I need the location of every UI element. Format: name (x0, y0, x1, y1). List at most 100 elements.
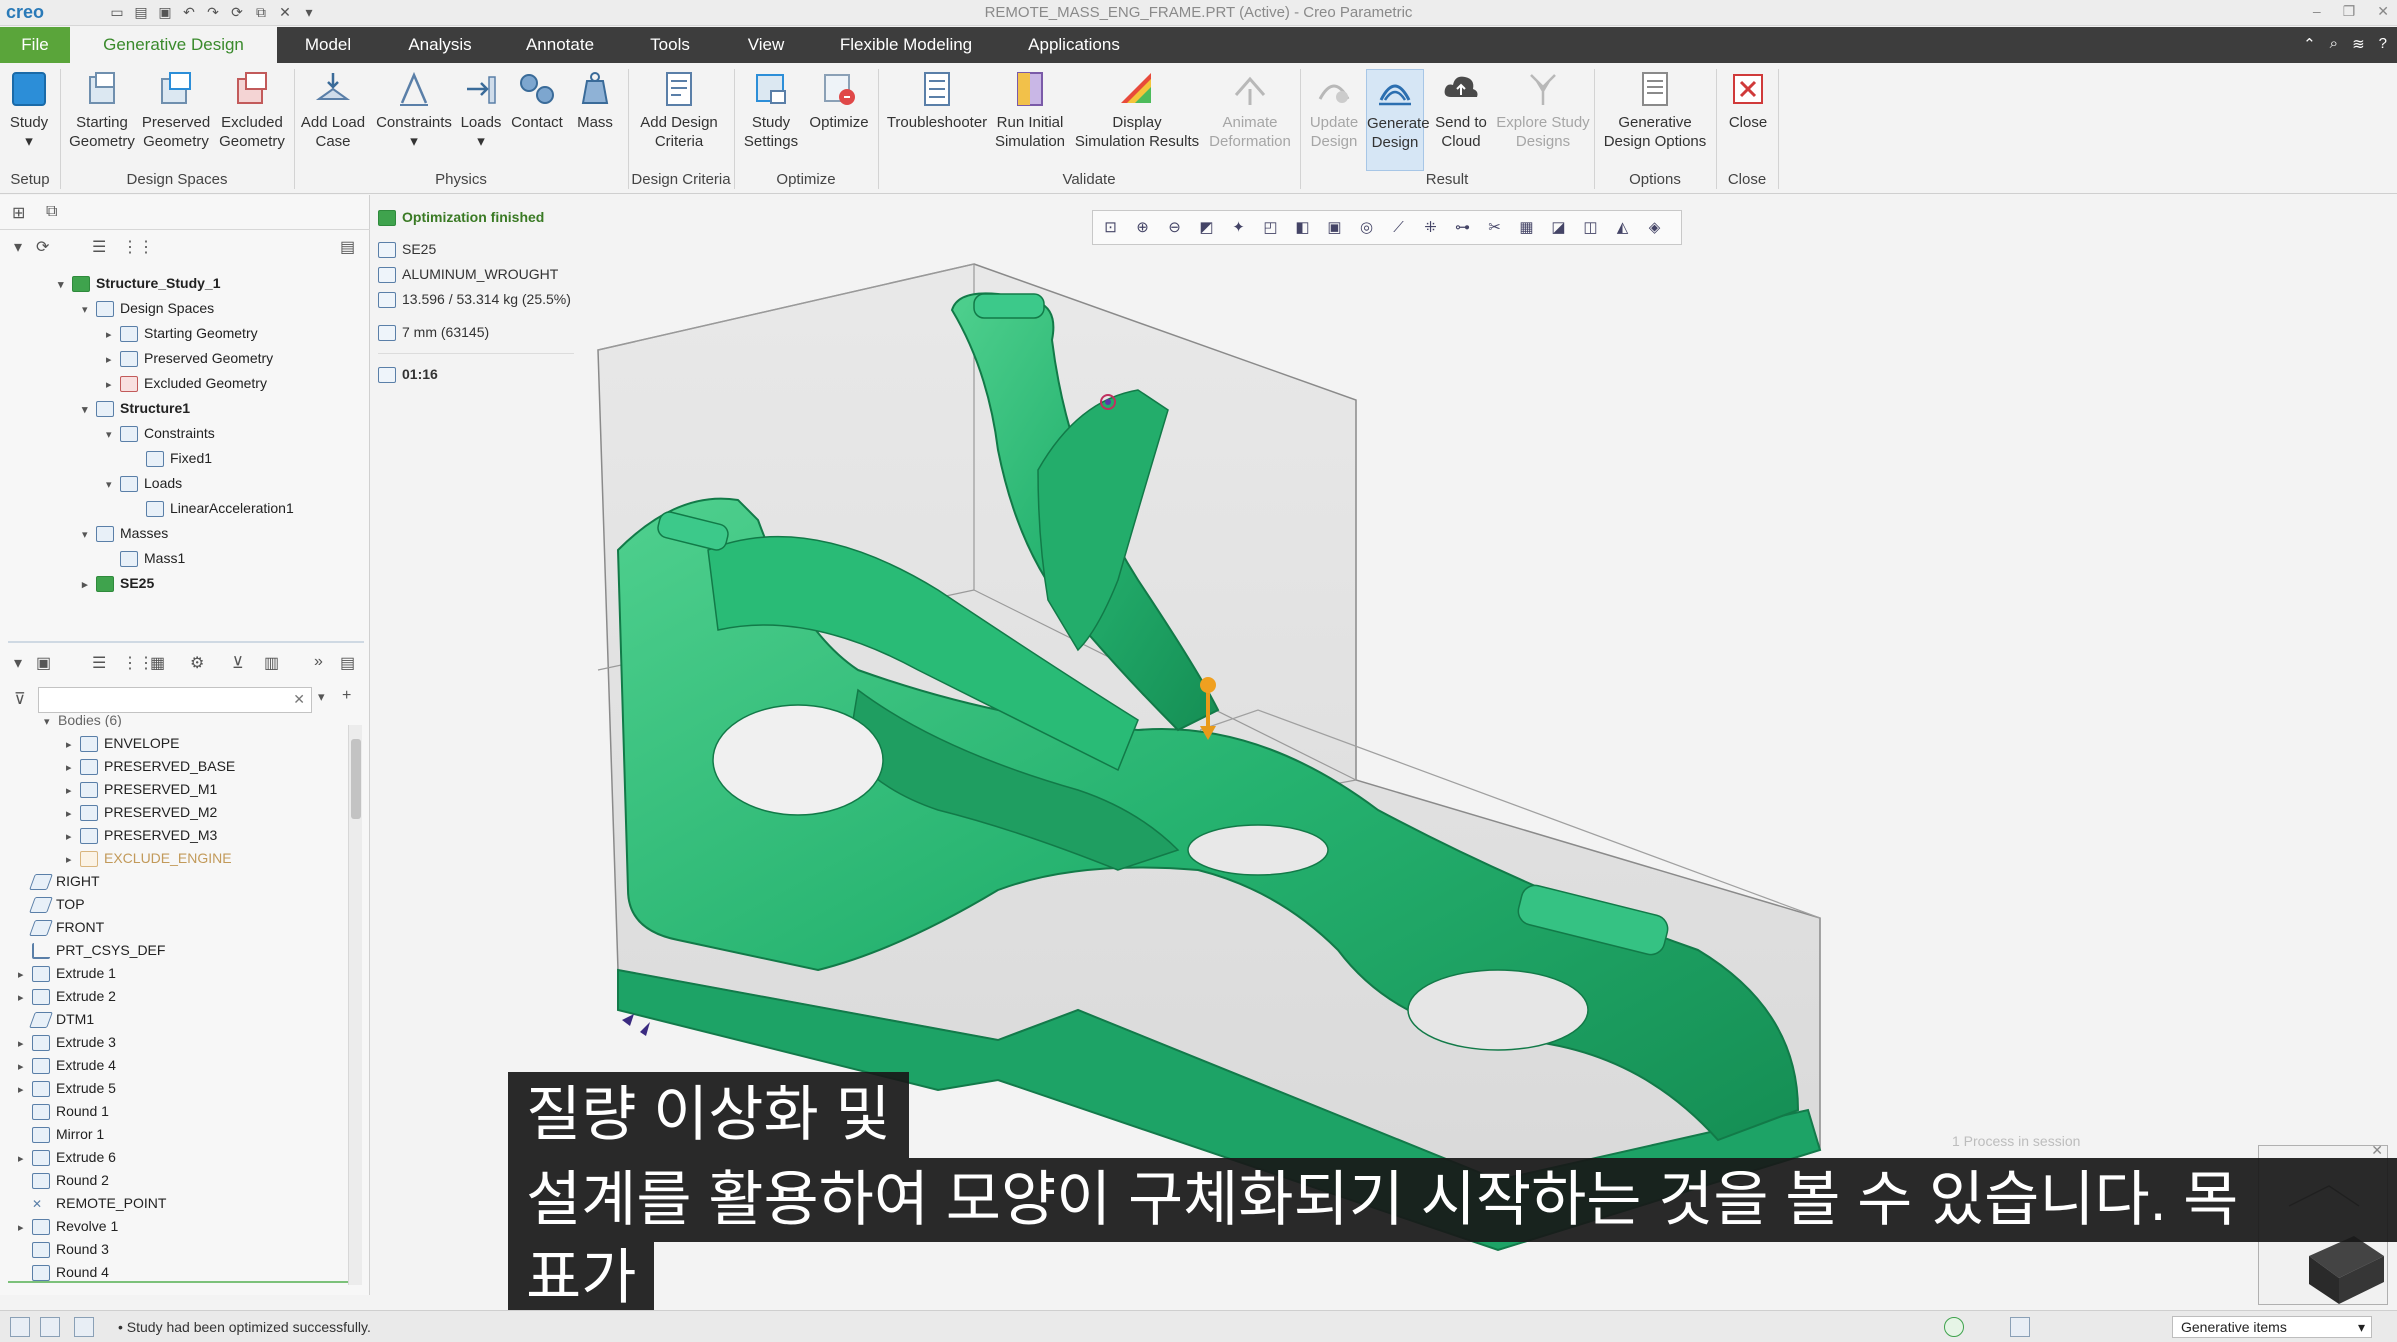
results-display-icon[interactable]: ◭ (1611, 216, 1634, 239)
display-style-icon[interactable]: ◰ (1259, 216, 1282, 239)
update-design-button[interactable]: Update Design (1306, 69, 1362, 151)
grid-view-icon[interactable]: ⋮⋮ (122, 237, 154, 257)
study-button[interactable]: Study ▾ (6, 69, 52, 151)
scrollbar-thumb[interactable] (351, 739, 361, 819)
mass-button[interactable]: Mass (570, 69, 620, 132)
tree-item-extrude-4[interactable]: ▸ Extrude 4 (18, 1053, 116, 1077)
tree-item-constraints[interactable]: ▾ Constraints (106, 421, 215, 445)
preserved-geometry-button[interactable]: Preserved Geometry (140, 69, 212, 151)
minimize-icon[interactable]: – (2313, 3, 2321, 20)
tab-file[interactable]: File (0, 27, 70, 63)
model-notes-icon[interactable]: ▤ (340, 653, 355, 673)
full-screen-icon[interactable] (74, 1317, 94, 1337)
tree-item-exclude-engine[interactable]: ▸ EXCLUDE_ENGINE (66, 846, 232, 870)
tree-item-remote-point[interactable]: ✕ REMOTE_POINT (18, 1191, 166, 1215)
notes-icon[interactable]: ▤ (340, 237, 355, 257)
animate-deformation-button[interactable]: Animate Deformation (1204, 69, 1296, 151)
tree-item-mirror-1[interactable]: Mirror 1 (18, 1122, 104, 1146)
simulation-display-icon[interactable]: ◫ (1579, 216, 1602, 239)
close-study-button[interactable]: Close (1722, 69, 1774, 132)
model-settings-icon[interactable]: ⚙ (190, 653, 204, 673)
tree-item-preserved-geometry[interactable]: ▸ Preserved Geometry (106, 346, 273, 370)
tab-flexible-modeling[interactable]: Flexible Modeling (811, 27, 1001, 63)
datum-display-icon[interactable]: ⁜ (1419, 216, 1442, 239)
tree-view-icon[interactable]: ⊞ (12, 203, 25, 223)
tree-item-envelope[interactable]: ▸ ENVELOPE (66, 731, 179, 755)
tree-item-round-3[interactable]: Round 3 (18, 1237, 109, 1261)
constraints-button[interactable]: Constraints ▾ (372, 69, 456, 151)
send-to-cloud-button[interactable]: Send to Cloud (1428, 69, 1494, 151)
tree-item-excluded-geometry[interactable]: ▸ Excluded Geometry (106, 371, 267, 395)
panel-splitter[interactable] (8, 641, 364, 643)
annotation-display-icon[interactable]: ⊶ (1451, 216, 1474, 239)
tree-item-front[interactable]: FRONT (18, 915, 104, 939)
tree-item-extrude-6[interactable]: ▸ Extrude 6 (18, 1145, 116, 1169)
model-columns-icon[interactable]: ▥ (264, 653, 279, 673)
restore-icon[interactable]: ❐ (2343, 3, 2356, 20)
generate-design-button[interactable]: Generate Design (1366, 69, 1430, 171)
tab-model[interactable]: Model (277, 27, 379, 63)
grid-icon[interactable]: ▦ (1515, 216, 1538, 239)
loads-button[interactable]: Loads ▾ (458, 69, 504, 151)
repaint-icon[interactable]: ◩ (1195, 216, 1218, 239)
more-icon[interactable]: » (314, 653, 323, 671)
display-simulation-results-button[interactable]: Display Simulation Results (1072, 69, 1202, 151)
tree-item-extrude-5[interactable]: ▸ Extrude 5 (18, 1076, 116, 1100)
tree-item-dtm1[interactable]: DTM1 (18, 1007, 94, 1031)
model-icon[interactable]: ▣ (36, 653, 51, 673)
tab-view[interactable]: View (721, 27, 811, 63)
zoom-out-icon[interactable]: ⊖ (1163, 216, 1186, 239)
generative-design-options-button[interactable]: Generative Design Options (1600, 69, 1710, 151)
search-dropdown-icon[interactable]: ▾ (318, 689, 325, 705)
tree-item-prt-csys-def[interactable]: PRT_CSYS_DEF (18, 938, 165, 962)
tree-item-structure1[interactable]: ▾ Structure1 (82, 396, 190, 420)
add-load-case-button[interactable]: Add Load Case (298, 69, 368, 151)
view-manager-icon[interactable]: ▣ (1323, 216, 1346, 239)
tree-item-preserved-m3[interactable]: ▸ PRESERVED_M3 (66, 823, 217, 847)
tab-applications[interactable]: Applications (1001, 27, 1147, 63)
collapse-ribbon-icon[interactable]: ⌃ (2303, 35, 2316, 53)
run-initial-simulation-button[interactable]: Run Initial Simulation (992, 69, 1068, 151)
tree-item-se25[interactable]: ▸ SE25 (82, 571, 154, 595)
tab-tools[interactable]: Tools (619, 27, 721, 63)
model-tree-scrollbar[interactable] (348, 725, 362, 1285)
clear-search-icon[interactable]: ✕ (293, 691, 305, 708)
tree-item-design-spaces[interactable]: ▾ Design Spaces (82, 296, 214, 320)
tab-annotate[interactable]: Annotate (501, 27, 619, 63)
selection-filter-dropdown[interactable]: Generative items ▾ (2172, 1316, 2372, 1338)
study-settings-button[interactable]: Study Settings (740, 69, 802, 151)
optimize-button[interactable]: Optimize (806, 69, 872, 132)
list-view-icon[interactable]: ☰ (92, 237, 106, 257)
tree-item-round-2[interactable]: Round 2 (18, 1168, 109, 1192)
model-list-icon[interactable]: ☰ (92, 653, 106, 673)
troubleshooter-button[interactable]: Troubleshooter (884, 69, 990, 132)
tab-generative-design[interactable]: Generative Design (70, 27, 277, 63)
browser-toggle-icon[interactable] (40, 1317, 60, 1337)
tree-item-extrude-2[interactable]: ▸ Extrude 2 (18, 984, 116, 1008)
starting-geometry-button[interactable]: Starting Geometry (68, 69, 136, 151)
design-display-icon[interactable]: ◈ (1643, 216, 1666, 239)
add-design-criteria-button[interactable]: Add Design Criteria (634, 69, 724, 151)
body-display-icon[interactable]: ◪ (1547, 216, 1570, 239)
perspective-icon[interactable]: ◎ (1355, 216, 1378, 239)
tree-item-structure-study[interactable]: ▾ Structure_Study_1 (58, 271, 220, 295)
model-expand-icon[interactable]: ▾ (14, 653, 22, 673)
selection-filter-icon[interactable] (2010, 1317, 2030, 1337)
excluded-geometry-button[interactable]: Excluded Geometry (216, 69, 288, 151)
refit-icon[interactable]: ⊡ (1099, 216, 1122, 239)
spin-center-icon[interactable]: ✦ (1227, 216, 1250, 239)
tree-item-masses[interactable]: ▾ Masses (82, 521, 168, 545)
tab-analysis[interactable]: Analysis (379, 27, 501, 63)
section-icon[interactable]: ⟋ (1387, 216, 1410, 239)
tree-item-right[interactable]: RIGHT (18, 869, 100, 893)
regeneration-status-icon[interactable] (1944, 1317, 1964, 1337)
tree-item-linear-acceleration1[interactable]: LinearAcceleration1 (132, 496, 294, 520)
tree-item-round-1[interactable]: Round 1 (18, 1099, 109, 1123)
tree-item-extrude-3[interactable]: ▸ Extrude 3 (18, 1030, 116, 1054)
tree-item-revolve-1[interactable]: ▸ Revolve 1 (18, 1214, 118, 1238)
close-icon[interactable]: ✕ (2377, 3, 2389, 20)
zoom-in-icon[interactable]: ⊕ (1131, 216, 1154, 239)
tree-item-extrude-1[interactable]: ▸ Extrude 1 (18, 961, 116, 985)
explore-study-designs-button[interactable]: Explore Study Designs (1496, 69, 1590, 151)
layers-icon[interactable]: ⧉ (46, 203, 57, 221)
